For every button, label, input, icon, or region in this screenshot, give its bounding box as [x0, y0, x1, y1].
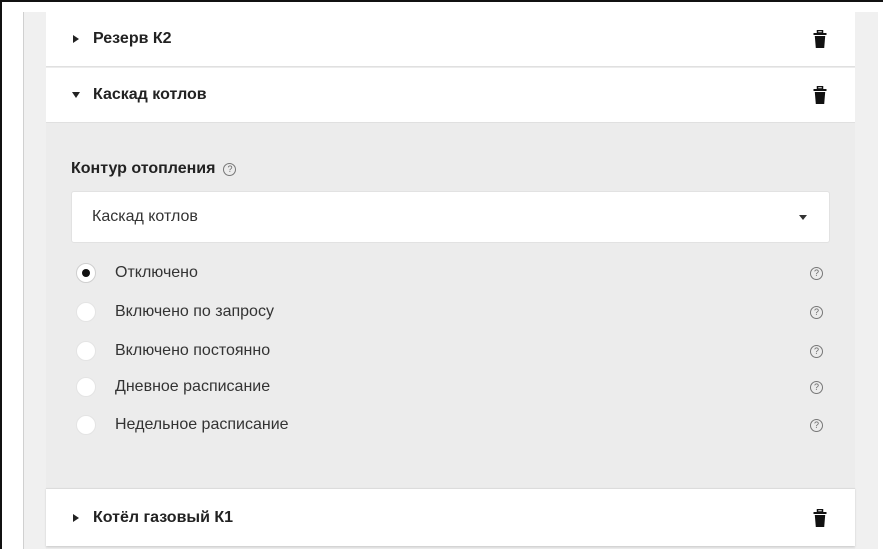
radio-button[interactable]	[76, 302, 96, 322]
accordion-title: Каскад котлов	[93, 86, 207, 103]
radio-option-disabled[interactable]: Отключено ?	[76, 261, 830, 285]
radio-button[interactable]	[76, 263, 96, 283]
accordion-header-reserve-k2[interactable]: Резерв К2	[46, 12, 855, 67]
trash-icon[interactable]	[813, 508, 827, 527]
heating-circuit-label: Контур отопления ?	[71, 160, 237, 178]
heating-circuit-label-text: Контур отопления	[71, 160, 216, 177]
trash-icon[interactable]	[813, 86, 827, 104]
select-value: Каскад котлов	[92, 208, 198, 225]
radio-button[interactable]	[76, 377, 96, 397]
radio-button[interactable]	[76, 415, 96, 435]
radio-label: Отключено	[115, 264, 198, 281]
caret-down-icon	[71, 92, 81, 98]
radio-label: Включено постоянно	[115, 342, 271, 359]
question-circle-icon[interactable]: ?	[810, 344, 823, 358]
radio-label: Включено по запросу	[115, 303, 274, 320]
accordion-header-gas-boiler-k1[interactable]: Котёл газовый К1	[46, 488, 855, 546]
accordion-title: Резерв К2	[93, 30, 172, 47]
radio-option-daily-schedule[interactable]: Дневное расписание ?	[76, 375, 830, 399]
radio-option-weekly-schedule[interactable]: Недельное расписание ?	[76, 413, 830, 437]
chevron-down-icon	[799, 214, 807, 220]
heating-circuit-select[interactable]: Каскад котлов	[71, 191, 830, 243]
accordion-header-boiler-cascade[interactable]: Каскад котлов	[46, 68, 855, 123]
question-circle-icon[interactable]: ?	[223, 162, 237, 176]
radio-button[interactable]	[76, 341, 96, 361]
radio-label: Недельное расписание	[115, 416, 289, 433]
radio-option-on-request[interactable]: Включено по запросу ?	[76, 300, 830, 324]
trash-icon[interactable]	[813, 30, 827, 48]
accordion-title: Котёл газовый К1	[93, 508, 234, 526]
radio-option-always-on[interactable]: Включено постоянно ?	[76, 339, 830, 363]
caret-right-icon	[71, 35, 81, 43]
question-circle-icon[interactable]: ?	[810, 418, 823, 432]
caret-right-icon	[71, 513, 81, 522]
question-circle-icon[interactable]: ?	[810, 266, 823, 280]
question-circle-icon[interactable]: ?	[810, 380, 823, 394]
question-circle-icon[interactable]: ?	[810, 305, 823, 319]
radio-label: Дневное расписание	[115, 378, 271, 395]
